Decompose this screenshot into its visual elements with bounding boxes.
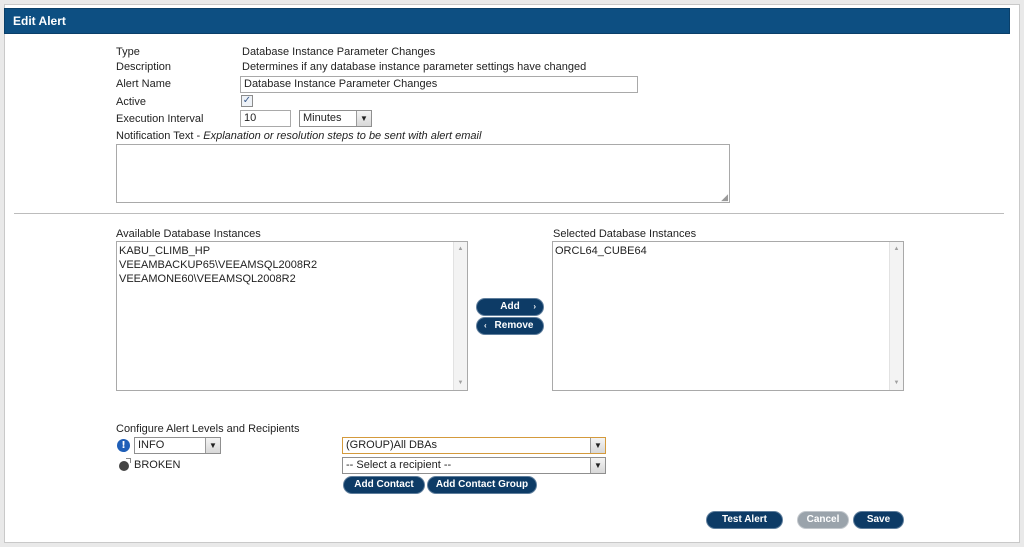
scroll-up-icon[interactable]: ▲ [890, 243, 903, 255]
chevron-right-icon: › [533, 302, 536, 311]
add-instance-button[interactable]: Add › [477, 299, 543, 315]
info-level-value: INFO [138, 439, 165, 451]
info-icon: ! [117, 439, 130, 452]
alert-name-input[interactable]: Database Instance Parameter Changes [240, 76, 638, 93]
broken-level-label: BROKEN [134, 459, 181, 471]
recipient-2-value: -- Select a recipient -- [346, 459, 452, 471]
notification-textarea[interactable]: ◢ [116, 144, 730, 203]
chevron-down-icon: ▼ [205, 438, 220, 453]
description-value: Determines if any database instance para… [242, 61, 587, 73]
test-alert-button[interactable]: Test Alert [707, 512, 782, 528]
execution-interval-input[interactable]: 10 [240, 110, 291, 127]
add-contact-button[interactable]: Add Contact [344, 477, 424, 493]
bomb-icon [119, 458, 131, 471]
panel-title: Edit Alert [4, 8, 1010, 34]
recipient-select-broken[interactable]: -- Select a recipient -- ▼ [342, 457, 606, 474]
notification-label: Notification Text - Explanation or resol… [116, 130, 481, 143]
vertical-scrollbar[interactable]: ▲ ▼ [889, 242, 903, 390]
scroll-down-icon[interactable]: ▼ [454, 377, 467, 389]
active-checkbox[interactable]: ✓ [241, 95, 253, 107]
type-value: Database Instance Parameter Changes [242, 46, 436, 58]
list-item[interactable]: KABU_CLIMB_HP [117, 244, 467, 258]
selected-instances-list[interactable]: ORCL64_CUBE64 ▲ ▼ [552, 241, 904, 391]
add-contact-group-button[interactable]: Add Contact Group [428, 477, 536, 493]
info-level-select[interactable]: INFO ▼ [134, 437, 221, 454]
remove-label: Remove [494, 320, 534, 331]
type-label: Type [116, 46, 140, 58]
active-label: Active [116, 96, 146, 108]
interval-unit-select[interactable]: Minutes ▼ [299, 110, 372, 127]
resize-grip-icon[interactable]: ◢ [721, 193, 728, 202]
alert-levels-label: Configure Alert Levels and Recipients [116, 423, 300, 435]
list-item[interactable]: VEEAMBACKUP65\VEEAMSQL2008R2 [117, 258, 467, 272]
available-instances-list[interactable]: KABU_CLIMB_HP VEEAMBACKUP65\VEEAMSQL2008… [116, 241, 468, 391]
scroll-down-icon[interactable]: ▼ [890, 377, 903, 389]
alert-name-label: Alert Name [116, 78, 172, 90]
interval-unit-value: Minutes [303, 112, 342, 124]
remove-instance-button[interactable]: ‹ Remove [477, 318, 543, 334]
description-label: Description [116, 61, 172, 73]
available-instances-label: Available Database Instances [116, 228, 261, 240]
chevron-down-icon: ▼ [590, 458, 605, 473]
notification-label-text: Notification Text - [116, 130, 204, 142]
notification-hint: Explanation or resolution steps to be se… [203, 130, 482, 142]
chevron-left-icon: ‹ [484, 321, 487, 330]
vertical-scrollbar[interactable]: ▲ ▼ [453, 242, 467, 390]
add-label: Add [500, 301, 520, 312]
recipient-1-value: (GROUP)All DBAs [346, 439, 438, 451]
save-button[interactable]: Save [854, 512, 903, 528]
scroll-up-icon[interactable]: ▲ [454, 243, 467, 255]
cancel-button[interactable]: Cancel [798, 512, 848, 528]
section-divider [14, 213, 1004, 214]
selected-instances-label: Selected Database Instances [553, 228, 697, 240]
recipient-select-info[interactable]: (GROUP)All DBAs ▼ [342, 437, 606, 454]
execution-interval-label: Execution Interval [116, 113, 204, 125]
list-item[interactable]: ORCL64_CUBE64 [553, 244, 903, 258]
chevron-down-icon: ▼ [590, 438, 605, 453]
chevron-down-icon: ▼ [356, 111, 371, 126]
list-item[interactable]: VEEAMONE60\VEEAMSQL2008R2 [117, 272, 467, 286]
